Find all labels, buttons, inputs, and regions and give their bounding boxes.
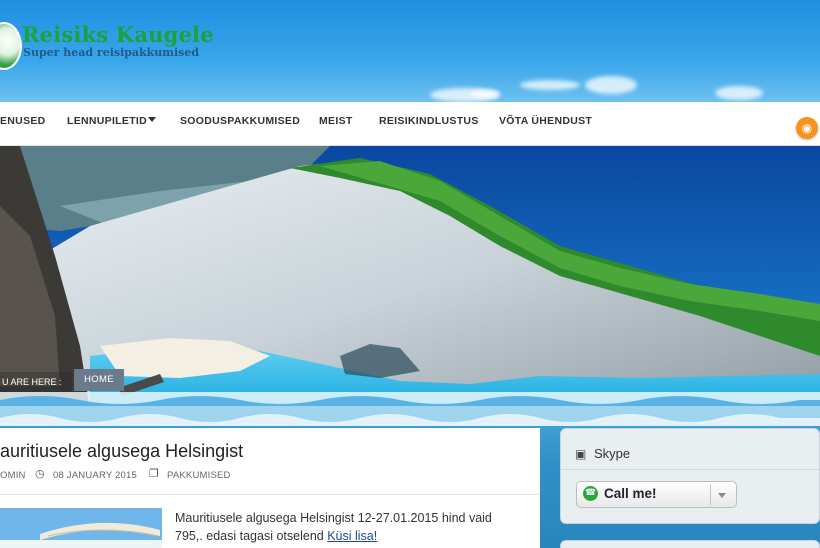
sidebar-widget (560, 540, 820, 548)
nav-item-lennupiletid[interactable]: LENNUPILETID (67, 115, 147, 127)
chevron-down-icon[interactable] (148, 117, 156, 122)
skype-call-label[interactable]: Call me! (604, 486, 657, 501)
breadcrumb-label: U ARE HERE : (0, 372, 72, 392)
cloud (585, 76, 637, 94)
nav-item-sooduspakkumised[interactable]: SOODUSPAKKUMISED (180, 115, 300, 127)
article-date: 08 JANUARY 2015 (53, 470, 137, 481)
article-author[interactable]: OMIN (0, 470, 26, 481)
breadcrumb-home-link[interactable]: HOME (74, 369, 124, 391)
chevron-down-icon[interactable] (718, 493, 726, 498)
read-more-link[interactable]: Küsi lisa! (327, 529, 377, 543)
article-excerpt: Mauritiusele algusega Helsingist 12-27.0… (175, 509, 515, 545)
camera-icon: ▣ (575, 447, 587, 461)
cloud (520, 80, 580, 90)
umbrella-image (0, 508, 162, 548)
folder-icon: ❐ (149, 467, 159, 480)
cloud (715, 86, 763, 100)
widget-divider (561, 469, 820, 470)
divider (0, 494, 540, 495)
rss-icon[interactable]: ◉ (796, 117, 818, 139)
nav-item-vota-uhendust[interactable]: VÕTA ÜHENDUST (499, 115, 592, 127)
article-title[interactable]: auritiusele algusega Helsingist (0, 441, 243, 462)
cloud (470, 90, 500, 98)
article-thumbnail[interactable] (0, 508, 162, 548)
article-category[interactable]: PAKKUMISED (167, 470, 231, 481)
skype-button-divider (710, 484, 711, 505)
nav-item-reisikindlustus[interactable]: REISIKINDLUSTUS (379, 115, 479, 127)
nav-item-enused[interactable]: ENUSED (0, 115, 46, 127)
site-tagline: Super head reisipakkumised (23, 46, 200, 59)
skype-phone-icon: ☎ (583, 486, 598, 501)
widget-title: Skype (594, 446, 631, 461)
nav-item-meist[interactable]: MEIST (319, 115, 353, 127)
clock-icon: ◷ (35, 467, 45, 480)
site-title[interactable]: Reisiks Kaugele (22, 22, 214, 47)
skype-widget (560, 428, 820, 524)
